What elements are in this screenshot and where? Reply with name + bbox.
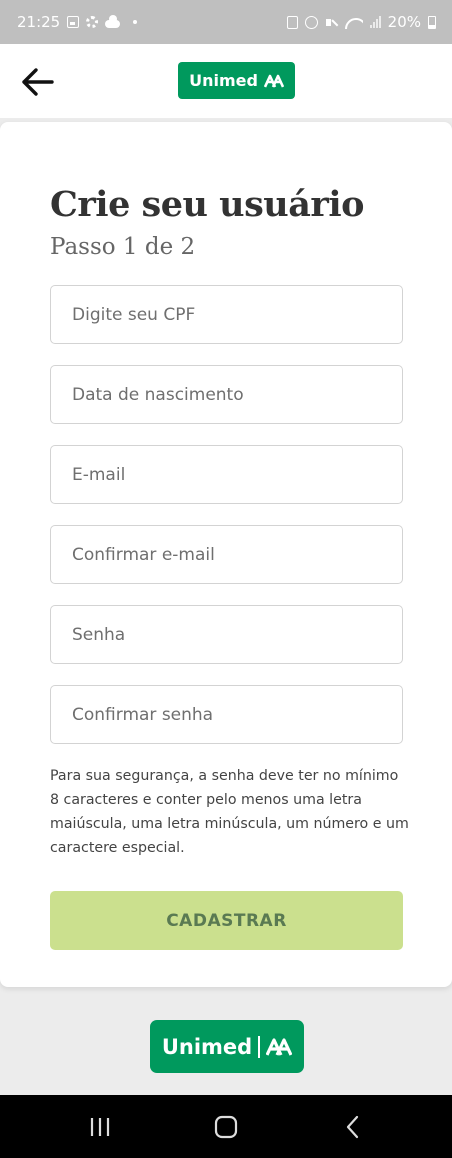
battery-percent: 20% (387, 13, 421, 31)
home-button[interactable] (186, 1095, 266, 1158)
mute-icon (325, 16, 338, 29)
cpf-field[interactable] (50, 285, 403, 344)
confirm-email-input[interactable] (72, 544, 381, 565)
recent-apps-button[interactable] (60, 1095, 140, 1158)
password-input[interactable] (72, 624, 381, 645)
page-title: Crie seu usuário (50, 184, 365, 225)
email-input[interactable] (72, 464, 381, 485)
confirm-email-field[interactable] (50, 525, 403, 584)
status-right: 20% (286, 13, 436, 31)
dot-icon (133, 20, 138, 24)
signal-icon (369, 16, 381, 28)
password-field[interactable] (50, 605, 403, 664)
unimed-tree-icon (263, 74, 284, 88)
confirm-password-field[interactable] (50, 685, 403, 744)
box-icon (286, 15, 298, 29)
email-field[interactable] (50, 445, 403, 504)
password-hint: Para sua segurança, a senha deve ter no … (50, 768, 409, 856)
unimed-logo: Unimed (178, 62, 295, 99)
step-indicator: Passo 1 de 2 (50, 234, 196, 260)
cloud-icon (105, 14, 121, 28)
status-time: 21:25 (17, 13, 61, 31)
status-left: 21:25 (17, 13, 138, 31)
logo-divider (258, 1035, 261, 1058)
image-icon (67, 16, 80, 28)
alarm-icon (304, 15, 318, 29)
birthdate-field[interactable] (50, 365, 403, 424)
arrow-left-icon (22, 68, 54, 96)
birthdate-input[interactable] (72, 384, 381, 405)
wifi-icon (344, 16, 363, 29)
logo-text: Unimed (189, 71, 258, 90)
unimed-footer-logo: Unimed (150, 1020, 304, 1073)
register-button[interactable]: CADASTRAR (50, 891, 403, 950)
back-button[interactable] (18, 64, 56, 100)
battery-icon (428, 15, 436, 29)
gear-icon (86, 16, 99, 28)
back-icon (346, 1115, 359, 1138)
confirm-password-input[interactable] (72, 704, 381, 725)
system-back-button[interactable] (313, 1095, 393, 1158)
cpf-input[interactable] (72, 304, 381, 325)
system-nav-bar (0, 1095, 452, 1158)
footer-logo-text: Unimed (161, 1034, 253, 1059)
status-bar: 21:25 20% (0, 0, 452, 44)
register-card: Crie seu usuário Passo 1 de 2 Para sua s… (0, 122, 452, 987)
recent-apps-icon (90, 1117, 110, 1136)
home-icon (214, 1115, 238, 1138)
app-bar: Unimed (0, 44, 452, 118)
unimed-tree-icon (266, 1037, 293, 1056)
